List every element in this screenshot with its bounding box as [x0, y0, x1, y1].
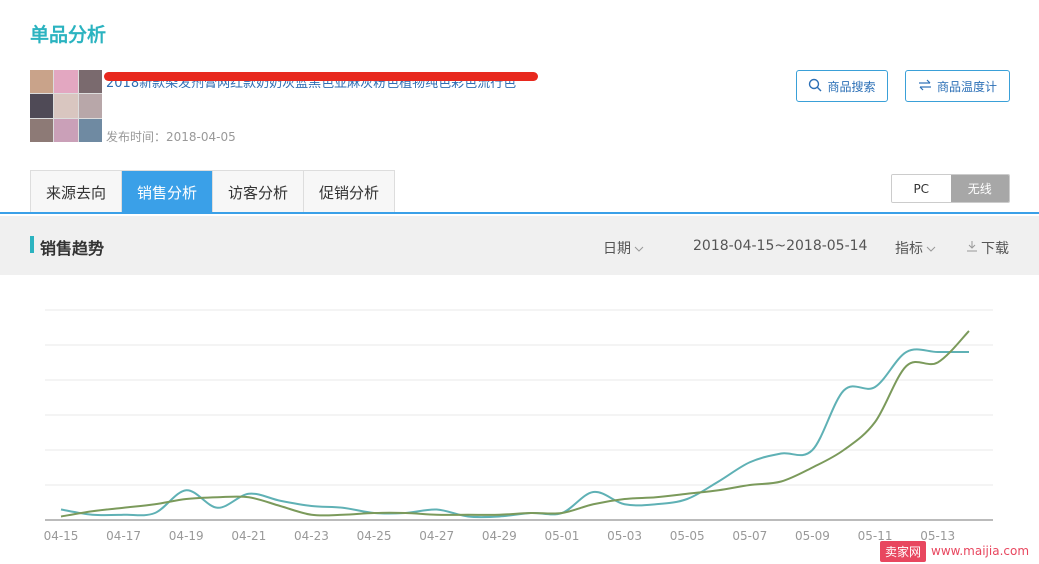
date-dropdown[interactable]: 日期 [603, 238, 644, 258]
watermark-badge: 卖家网 [880, 540, 927, 562]
tab-promotion[interactable]: 促销分析 [304, 171, 395, 213]
thumbnail-tile [54, 94, 78, 118]
download-button[interactable]: 下载 [966, 238, 1009, 258]
trend-title: 销售趋势 [40, 239, 105, 258]
thumbnail-tile [54, 118, 78, 142]
product-temperature-label: 商品温度计 [936, 79, 997, 94]
x-tick-label: 05-01 [545, 529, 580, 543]
page-title: 单品分析 [30, 24, 107, 46]
publish-time: 发布时间：2018-04-05 [106, 130, 236, 144]
swap-arrows-icon [918, 79, 932, 94]
x-tick-label: 04-17 [106, 529, 141, 543]
watermark-site: www.maijia.com [931, 544, 1030, 558]
search-icon [808, 78, 822, 95]
device-wireless-button[interactable]: 无线 [950, 175, 1009, 202]
analysis-tabs: 来源去向 销售分析 访客分析 促销分析 [30, 170, 396, 213]
x-tick-label: 04-27 [419, 529, 454, 543]
thumbnail-tile [54, 70, 78, 94]
sales-trend-chart: 04-15 04-17 04-19 04-21 04-23 04-25 04-27 04-29… [44, 309, 993, 543]
product-temperature-button[interactable]: 商品温度计 [905, 70, 1010, 102]
chevron-down-icon [926, 240, 936, 256]
thumbnail-tile [30, 94, 54, 118]
product-search-label: 商品搜索 [827, 79, 876, 94]
section-accent [30, 236, 34, 253]
device-toggle: PC 无线 [891, 174, 1010, 203]
x-tick-label: 05-03 [607, 529, 642, 543]
tab-sales[interactable]: 销售分析 [122, 171, 214, 213]
x-tick-label: 04-15 [44, 529, 79, 543]
device-pc-button[interactable]: PC [892, 175, 951, 202]
thumbnail-tile [78, 118, 102, 142]
metric-dropdown[interactable]: 指标 [895, 238, 936, 258]
x-tick-label: 05-05 [670, 529, 705, 543]
download-label: 下载 [981, 241, 1009, 257]
x-tick-label: 04-19 [169, 529, 204, 543]
thumbnail-tile [30, 70, 54, 94]
tab-source[interactable]: 来源去向 [31, 171, 123, 213]
series-line-1[interactable] [60, 348, 969, 519]
x-tick-label: 04-21 [231, 529, 266, 543]
tabs-divider [0, 212, 1039, 214]
x-tick-label: 04-23 [294, 529, 329, 543]
date-dropdown-label: 日期 [603, 241, 631, 257]
thumbnail-tile [78, 94, 102, 118]
x-tick-label: 05-09 [795, 529, 830, 543]
thumbnail-tile [30, 118, 54, 142]
x-tick-label: 04-29 [482, 529, 517, 543]
chevron-down-icon [634, 240, 644, 256]
x-tick-label: 05-07 [732, 529, 767, 543]
tab-visitor[interactable]: 访客分析 [213, 171, 305, 213]
download-icon [966, 240, 978, 256]
thumbnail-tile [78, 70, 102, 94]
watermark: 卖家网 www.maijia.com [880, 540, 1030, 562]
redaction-mark [104, 72, 538, 81]
x-tick-label: 04-25 [357, 529, 392, 543]
date-range[interactable]: 2018-04-15~2018-05-14 [693, 238, 867, 254]
trend-header [0, 216, 1039, 275]
product-search-button[interactable]: 商品搜索 [796, 70, 888, 102]
series-line-2[interactable] [60, 330, 970, 518]
product-thumbnail[interactable] [30, 70, 102, 142]
metric-dropdown-label: 指标 [895, 241, 923, 257]
